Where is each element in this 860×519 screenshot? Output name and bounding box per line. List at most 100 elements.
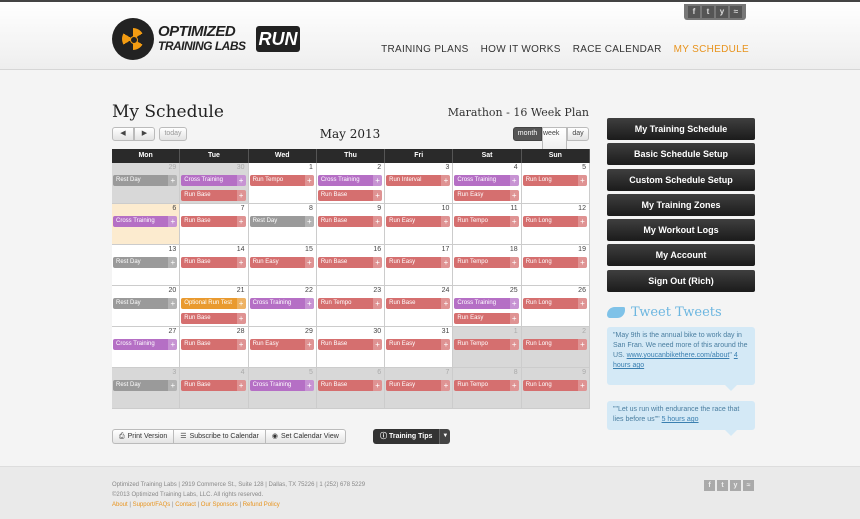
workout-event[interactable]: Rest Day + [113, 175, 178, 186]
nav-how-it-works[interactable]: HOW IT WORKS [481, 44, 561, 55]
logo[interactable]: OPTIMIZED TRAINING LABS RUN [112, 18, 302, 60]
youtube-icon[interactable]: y [730, 480, 741, 491]
calendar-day-cell[interactable]: 7 Run Easy + [385, 368, 454, 408]
calendar-day-cell[interactable]: 5 Run Long + [521, 163, 590, 203]
add-icon[interactable]: + [509, 339, 519, 350]
workout-event[interactable]: Cross Training + [113, 339, 178, 350]
add-icon[interactable]: + [373, 257, 383, 268]
workout-event[interactable]: Run Easy + [454, 190, 519, 201]
workout-event[interactable]: Run Long + [522, 298, 587, 309]
calendar-day-cell[interactable]: 29 Rest Day + [112, 163, 181, 203]
workout-event[interactable]: Run Easy + [386, 216, 451, 227]
add-icon[interactable]: + [168, 175, 178, 186]
workout-event[interactable]: Optional Run Test + [181, 298, 246, 309]
sidebar-item-sign-out[interactable]: Sign Out (Rich) [607, 269, 755, 292]
add-icon[interactable]: + [373, 175, 383, 186]
add-icon[interactable]: + [236, 175, 246, 186]
calendar-day-cell[interactable]: 4 Cross Training + Run Easy + [453, 163, 522, 203]
sidebar-item-my-account[interactable]: My Account [607, 244, 755, 267]
workout-event[interactable]: Run Long + [522, 380, 587, 391]
workout-event[interactable]: Run Tempo + [317, 298, 383, 309]
workout-event[interactable]: Run Long + [522, 216, 587, 227]
twitter-icon[interactable]: t [702, 6, 714, 18]
add-icon[interactable]: + [577, 216, 587, 227]
add-icon[interactable]: + [577, 257, 587, 268]
calendar-day-cell[interactable]: 31 Run Easy + [385, 327, 454, 367]
add-icon[interactable]: + [509, 175, 519, 186]
nav-race-calendar[interactable]: RACE CALENDAR [573, 44, 662, 55]
calendar-day-cell[interactable]: 20 Rest Day + [112, 286, 181, 326]
subscribe-calendar-button[interactable]: ☰ Subscribe to Calendar [173, 429, 265, 444]
calendar-day-cell[interactable]: 30 Cross Training + Run Base + [180, 163, 249, 203]
calendar-day-cell[interactable]: 19 Run Long + [521, 245, 590, 285]
calendar-day-cell[interactable]: 12 Run Long + [521, 204, 590, 244]
add-icon[interactable]: + [509, 298, 519, 309]
calendar-day-cell[interactable]: 15 Run Easy + [248, 245, 317, 285]
add-icon[interactable]: + [236, 380, 246, 391]
add-icon[interactable]: + [304, 175, 314, 186]
rss-icon[interactable]: ≈ [743, 480, 754, 491]
prev-month-button[interactable]: ◀ [112, 127, 134, 141]
calendar-day-cell[interactable]: 6 Cross Training + [112, 204, 181, 244]
add-icon[interactable]: + [236, 339, 246, 350]
add-icon[interactable]: + [441, 298, 451, 309]
add-icon[interactable]: + [509, 313, 519, 324]
calendar-day-cell[interactable]: 30 Run Base + [316, 327, 386, 367]
rss-icon[interactable]: ≈ [730, 6, 742, 18]
workout-event[interactable]: Cross Training + [454, 175, 519, 186]
chevron-down-icon[interactable]: ▼ [439, 429, 451, 444]
sidebar-item-my-workout-logs[interactable]: My Workout Logs [607, 219, 755, 242]
workout-event[interactable]: Run Base + [181, 380, 246, 391]
workout-event[interactable]: Run Base + [317, 216, 383, 227]
calendar-day-cell[interactable]: 3 Rest Day + [112, 368, 181, 408]
add-icon[interactable]: + [441, 380, 451, 391]
add-icon[interactable]: + [168, 380, 178, 391]
add-icon[interactable]: + [168, 298, 178, 309]
calendar-day-cell[interactable]: 14 Run Base + [180, 245, 249, 285]
calendar-day-cell[interactable]: 28 Run Base + [180, 327, 249, 367]
add-icon[interactable]: + [236, 190, 246, 201]
add-icon[interactable]: + [441, 175, 451, 186]
workout-event[interactable]: Run Easy + [249, 339, 314, 350]
add-icon[interactable]: + [577, 175, 587, 186]
next-month-button[interactable]: ▶ [134, 127, 155, 141]
calendar-day-cell[interactable]: 11 Run Tempo + [453, 204, 522, 244]
sidebar-item-custom-schedule-setup[interactable]: Custom Schedule Setup [607, 168, 755, 191]
print-version-button[interactable]: ⎙ Print Version [112, 429, 174, 444]
add-icon[interactable]: + [577, 339, 587, 350]
workout-event[interactable]: Run Base + [386, 298, 451, 309]
add-icon[interactable]: + [168, 339, 178, 350]
add-icon[interactable]: + [509, 190, 519, 201]
workout-event[interactable]: Rest Day + [249, 216, 314, 227]
workout-event[interactable]: Rest Day + [113, 298, 178, 309]
calendar-day-cell[interactable]: 17 Run Easy + [385, 245, 454, 285]
calendar-day-cell[interactable]: 3 Run Interval + [385, 163, 454, 203]
workout-event[interactable]: Run Base + [317, 257, 383, 268]
sidebar-item-my-training-schedule[interactable]: My Training Schedule [607, 118, 755, 140]
calendar-day-cell[interactable]: 4 Run Base + [180, 368, 249, 408]
calendar-day-cell[interactable]: 29 Run Easy + [248, 327, 317, 367]
add-icon[interactable]: + [236, 298, 246, 309]
add-icon[interactable]: + [236, 257, 246, 268]
add-icon[interactable]: + [509, 380, 519, 391]
calendar-day-cell[interactable]: 1 Run Tempo + [248, 163, 317, 203]
workout-event[interactable]: Rest Day + [113, 257, 178, 268]
nav-training-plans[interactable]: TRAINING PLANS [381, 44, 469, 55]
set-calendar-view-button[interactable]: ◉ Set Calendar View [264, 429, 346, 444]
add-icon[interactable]: + [168, 257, 178, 268]
training-tips-dropdown[interactable]: ⓘ Training Tips ▼ [373, 429, 451, 444]
workout-event[interactable]: Run Base + [181, 313, 246, 324]
add-icon[interactable]: + [304, 257, 314, 268]
workout-event[interactable]: Run Tempo + [454, 380, 519, 391]
calendar-day-cell[interactable]: 26 Run Long + [521, 286, 590, 326]
add-icon[interactable]: + [304, 298, 314, 309]
workout-event[interactable]: Cross Training + [454, 298, 519, 309]
footer-link-contact[interactable]: Contact [175, 502, 196, 508]
add-icon[interactable]: + [304, 216, 314, 227]
workout-event[interactable]: Cross Training + [181, 175, 246, 186]
workout-event[interactable]: Run Base + [317, 190, 383, 201]
add-icon[interactable]: + [509, 257, 519, 268]
workout-event[interactable]: Run Interval + [386, 175, 451, 186]
workout-event[interactable]: Run Easy + [386, 380, 451, 391]
add-icon[interactable]: + [577, 380, 587, 391]
